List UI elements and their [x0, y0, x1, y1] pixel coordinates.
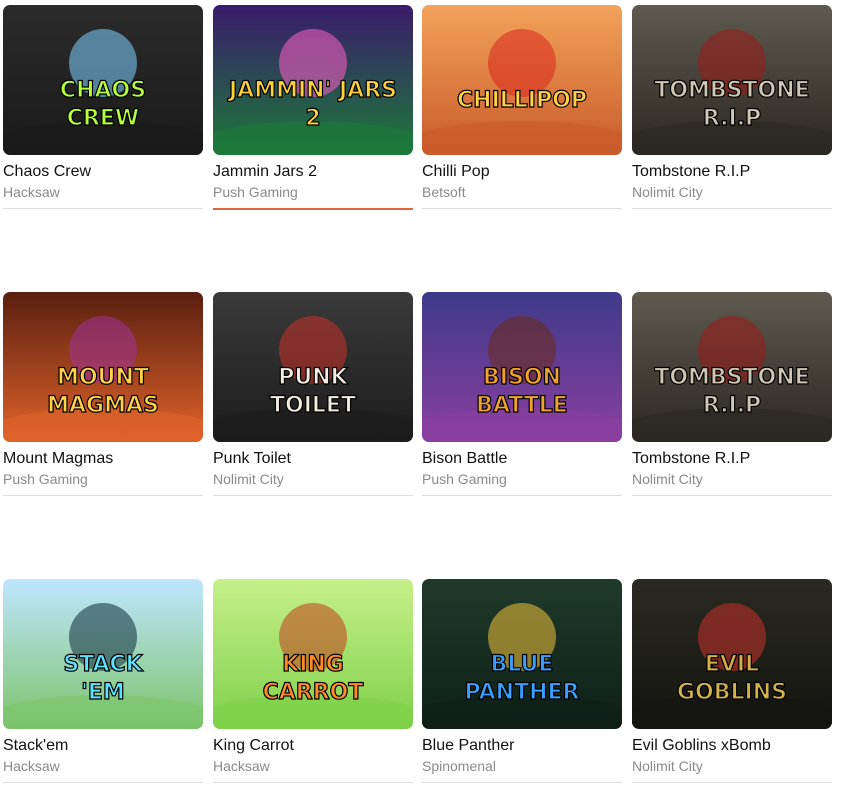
- game-thumbnail[interactable]: STACK 'EM: [3, 579, 203, 729]
- game-title[interactable]: Tombstone R.I.P: [632, 163, 750, 181]
- game-title[interactable]: Evil Goblins xBomb: [632, 737, 771, 755]
- svg-text:PANTHER: PANTHER: [465, 680, 580, 705]
- game-thumbnail[interactable]: CHAOS CREW: [3, 5, 203, 155]
- svg-text:TOMBSTONE: TOMBSTONE: [654, 78, 809, 103]
- game-provider: Push Gaming: [3, 471, 88, 487]
- game-card[interactable]: PUNK TOILET Punk Toilet Nolimit City: [213, 292, 413, 496]
- card-divider: [3, 782, 203, 783]
- svg-text:CARROT: CARROT: [263, 680, 364, 705]
- game-title[interactable]: King Carrot: [213, 737, 294, 755]
- game-card[interactable]: MOUNT MAGMAS Mount Magmas Push Gaming: [3, 292, 203, 496]
- card-divider: [632, 208, 832, 209]
- game-provider: Hacksaw: [3, 758, 60, 774]
- game-thumbnail[interactable]: KING CARROT: [213, 579, 413, 729]
- game-thumbnail[interactable]: PUNK TOILET: [213, 292, 413, 442]
- game-thumbnail[interactable]: EVIL GOBLINS: [632, 579, 832, 729]
- game-provider: Nolimit City: [632, 758, 703, 774]
- card-divider: [632, 495, 832, 496]
- card-divider: [632, 782, 832, 783]
- game-thumbnail[interactable]: MOUNT MAGMAS: [3, 292, 203, 442]
- game-provider: Nolimit City: [632, 471, 703, 487]
- game-provider: Betsoft: [422, 184, 466, 200]
- game-card[interactable]: EVIL GOBLINS Evil Goblins xBomb Nolimit Cit…: [632, 579, 832, 783]
- svg-text:GOBLINS: GOBLINS: [677, 680, 787, 705]
- svg-text:'EM: 'EM: [81, 680, 125, 705]
- svg-text:BATTLE: BATTLE: [476, 393, 568, 418]
- game-thumbnail[interactable]: BISON BATTLE: [422, 292, 622, 442]
- svg-text:R.I.P: R.I.P: [703, 393, 761, 418]
- game-provider: Nolimit City: [213, 471, 284, 487]
- card-divider: [3, 208, 203, 209]
- game-title[interactable]: Stack'em: [3, 737, 68, 755]
- card-divider: [213, 495, 413, 496]
- game-title[interactable]: Tombstone R.I.P: [632, 450, 750, 468]
- game-card[interactable]: STACK 'EM Stack'em Hacksaw: [3, 579, 203, 783]
- game-card[interactable]: TOMBSTONE R.I.P Tombstone R.I.P Nolimit Cit…: [632, 5, 832, 209]
- card-divider: [3, 495, 203, 496]
- game-provider: Spinomenal: [422, 758, 496, 774]
- game-title[interactable]: Chaos Crew: [3, 163, 91, 181]
- game-card[interactable]: JAMMIN' JARS 2 Jammin Jars 2 Push Gaming: [213, 5, 413, 210]
- svg-text:BISON: BISON: [483, 365, 561, 390]
- game-provider: Push Gaming: [213, 184, 298, 200]
- game-title[interactable]: Blue Panther: [422, 737, 515, 755]
- svg-text:CREW: CREW: [67, 106, 139, 131]
- game-thumbnail[interactable]: TOMBSTONE R.I.P: [632, 292, 832, 442]
- game-thumbnail[interactable]: TOMBSTONE R.I.P: [632, 5, 832, 155]
- card-divider: [213, 208, 413, 210]
- game-title[interactable]: Jammin Jars 2: [213, 163, 317, 181]
- game-title[interactable]: Mount Magmas: [3, 450, 113, 468]
- game-card[interactable]: BLUE PANTHER Blue Panther Spinomenal: [422, 579, 622, 783]
- card-divider: [422, 782, 622, 783]
- svg-text:PUNK: PUNK: [278, 365, 348, 390]
- game-card[interactable]: CHILLIPOP Chilli Pop Betsoft: [422, 5, 622, 209]
- game-provider: Nolimit City: [632, 184, 703, 200]
- svg-text:STACK: STACK: [63, 652, 143, 677]
- svg-text:TOILET: TOILET: [270, 393, 356, 418]
- game-card[interactable]: KING CARROT King Carrot Hacksaw: [213, 579, 413, 783]
- svg-text:EVIL: EVIL: [705, 652, 759, 677]
- game-card[interactable]: TOMBSTONE R.I.P Tombstone R.I.P Nolimit Cit…: [632, 292, 832, 496]
- game-card[interactable]: BISON BATTLE Bison Battle Push Gaming: [422, 292, 622, 496]
- svg-text:MOUNT: MOUNT: [57, 365, 149, 390]
- svg-text:MAGMAS: MAGMAS: [47, 393, 159, 418]
- game-provider: Push Gaming: [422, 471, 507, 487]
- card-divider: [422, 208, 622, 209]
- game-title[interactable]: Punk Toilet: [213, 450, 291, 468]
- game-provider: Hacksaw: [3, 184, 60, 200]
- game-title[interactable]: Bison Battle: [422, 450, 507, 468]
- game-thumbnail[interactable]: BLUE PANTHER: [422, 579, 622, 729]
- game-title[interactable]: Chilli Pop: [422, 163, 490, 181]
- game-thumbnail[interactable]: JAMMIN' JARS 2: [213, 5, 413, 155]
- game-provider: Hacksaw: [213, 758, 270, 774]
- card-divider: [213, 782, 413, 783]
- svg-text:KING: KING: [282, 652, 344, 677]
- svg-text:JAMMIN' JARS: JAMMIN' JARS: [227, 78, 397, 103]
- svg-text:CHAOS: CHAOS: [60, 78, 146, 103]
- svg-text:BLUE: BLUE: [491, 652, 554, 677]
- card-divider: [422, 495, 622, 496]
- game-card[interactable]: CHAOS CREW Chaos Crew Hacksaw: [3, 5, 203, 209]
- svg-text:CHILLIPOP: CHILLIPOP: [457, 88, 587, 113]
- game-thumbnail[interactable]: CHILLIPOP: [422, 5, 622, 155]
- svg-text:R.I.P: R.I.P: [703, 106, 761, 131]
- svg-text:TOMBSTONE: TOMBSTONE: [654, 365, 809, 390]
- svg-text:2: 2: [305, 106, 320, 131]
